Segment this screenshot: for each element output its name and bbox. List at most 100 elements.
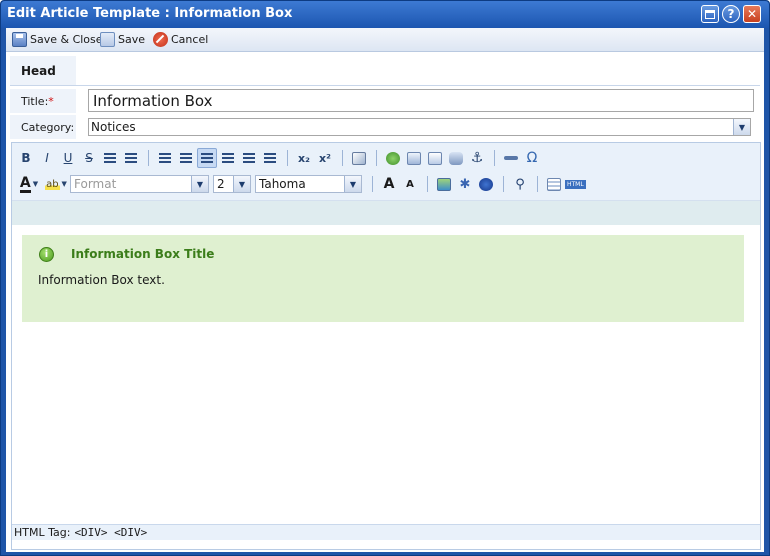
information-box[interactable]: i Information Box Title Information Box …: [22, 235, 744, 322]
action-bar: Save & Close Save Cancel: [6, 28, 764, 52]
category-label-text: Category:: [21, 120, 75, 134]
clear-format-button[interactable]: [349, 148, 369, 168]
info-box-title[interactable]: Information Box Title: [71, 247, 214, 261]
rich-text-editor: B I U S x₂ x² ⚓ Ω A ▼ ab ▼ Format ▼ 2 ▼ …: [11, 142, 761, 550]
toolbar-separator: [148, 150, 149, 166]
maximize-icon: [705, 9, 715, 19]
insert-flash-button[interactable]: ✱: [455, 174, 475, 194]
category-chevron-down-icon[interactable]: ▼: [733, 119, 750, 135]
insert-table-button[interactable]: [544, 174, 564, 194]
save-icon: [100, 32, 115, 47]
format-select[interactable]: Format ▼: [70, 175, 209, 193]
align-center-icon: [222, 153, 234, 163]
toolbar-row-2: A ▼ ab ▼ Format ▼ 2 ▼ Tahoma ▼ A A ✱ ⚲ H…: [16, 172, 587, 196]
anchor-icon: ⚓: [470, 150, 484, 166]
save-button[interactable]: Save: [100, 32, 145, 47]
font-size-select[interactable]: 2 ▼: [213, 175, 251, 193]
toolbar-separator: [342, 150, 343, 166]
required-marker: *: [48, 94, 54, 108]
window-controls: ? ✕: [701, 5, 761, 23]
find-replace-button[interactable]: ⚲: [510, 174, 530, 194]
align-center-button[interactable]: [218, 148, 238, 168]
insert-media-button[interactable]: [476, 174, 496, 194]
align-right-icon: [243, 153, 255, 163]
font-size-chevron-down-icon[interactable]: ▼: [233, 176, 250, 192]
format-chevron-down-icon[interactable]: ▼: [191, 176, 208, 192]
unlink-icon: [449, 151, 463, 165]
status-bar: HTML Tag: <DIV> <DIV>: [12, 524, 760, 540]
help-button[interactable]: ?: [722, 5, 740, 23]
tab-head[interactable]: Head: [10, 56, 76, 86]
highlight-button[interactable]: ab ▼: [43, 174, 69, 194]
superscript-button[interactable]: x²: [315, 148, 335, 168]
flash-icon: ✱: [459, 176, 471, 192]
close-button[interactable]: ✕: [743, 5, 761, 23]
font-name-chevron-down-icon[interactable]: ▼: [344, 176, 361, 192]
html-mode-button[interactable]: HTML: [565, 174, 586, 194]
horizontal-rule-button[interactable]: [501, 148, 521, 168]
align-right-button[interactable]: [239, 148, 259, 168]
save-close-icon: [12, 32, 27, 47]
strikethrough-button[interactable]: S: [79, 148, 99, 168]
save-close-button[interactable]: Save & Close: [12, 32, 103, 47]
cancel-label: Cancel: [171, 33, 209, 46]
binoculars-icon: ⚲: [515, 176, 525, 192]
font-name-value: Tahoma: [259, 177, 306, 191]
indent-icon: [180, 153, 192, 163]
close-icon: ✕: [746, 7, 758, 21]
html-tag-path[interactable]: <DIV> <DIV>: [74, 526, 147, 539]
save-close-label: Save & Close: [30, 33, 103, 46]
font-size-value: 2: [217, 177, 225, 191]
align-left-icon: [201, 153, 213, 163]
status-label: HTML Tag:: [14, 526, 71, 539]
underline-button[interactable]: U: [58, 148, 78, 168]
unordered-list-button[interactable]: [121, 148, 141, 168]
category-value: Notices: [91, 120, 136, 134]
category-label: Category:: [10, 115, 76, 139]
toolbar-separator: [537, 176, 538, 192]
email-link-icon: [428, 151, 442, 165]
help-icon: ?: [727, 7, 735, 21]
eraser-icon: [352, 151, 366, 165]
maximize-button[interactable]: [701, 5, 719, 23]
cancel-icon: [153, 32, 168, 47]
cancel-button[interactable]: Cancel: [153, 32, 208, 47]
editor-ruler-band: [12, 201, 760, 225]
title-label: Title: *: [10, 89, 76, 113]
toolbar-row-1: B I U S x₂ x² ⚓ Ω: [16, 146, 543, 170]
special-char-button[interactable]: Ω: [522, 148, 542, 168]
image-icon: [437, 177, 451, 191]
insert-image-button[interactable]: [434, 174, 454, 194]
justify-button[interactable]: [260, 148, 280, 168]
tab-divider: [10, 85, 760, 86]
italic-button[interactable]: I: [37, 148, 57, 168]
title-input[interactable]: Information Box: [88, 89, 754, 112]
font-color-chevron-down-icon: ▼: [32, 180, 39, 188]
grow-font-button[interactable]: A: [379, 174, 399, 194]
highlight-icon: ab: [45, 178, 60, 190]
category-select[interactable]: Notices ▼: [88, 118, 751, 136]
title-bar[interactable]: Edit Article Template : Information Box …: [1, 1, 769, 28]
insert-document-button[interactable]: [404, 148, 424, 168]
unlink-button[interactable]: [446, 148, 466, 168]
indent-button[interactable]: [176, 148, 196, 168]
bold-button[interactable]: B: [16, 148, 36, 168]
font-color-button[interactable]: A ▼: [16, 174, 42, 194]
insert-link-button[interactable]: [383, 148, 403, 168]
link-icon: [386, 151, 400, 165]
insert-email-button[interactable]: [425, 148, 445, 168]
anchor-button[interactable]: ⚓: [467, 148, 487, 168]
outdent-button[interactable]: [155, 148, 175, 168]
shrink-font-button[interactable]: A: [400, 174, 420, 194]
font-name-select[interactable]: Tahoma ▼: [255, 175, 362, 193]
justify-icon: [264, 153, 276, 163]
toolbar-separator: [427, 176, 428, 192]
ordered-list-button[interactable]: [100, 148, 120, 168]
save-label: Save: [118, 33, 146, 46]
format-placeholder: Format: [74, 177, 117, 191]
toolbar-separator: [503, 176, 504, 192]
subscript-button[interactable]: x₂: [294, 148, 314, 168]
info-box-text[interactable]: Information Box text.: [38, 273, 165, 287]
ordered-list-icon: [104, 153, 116, 163]
align-left-button[interactable]: [197, 148, 217, 168]
